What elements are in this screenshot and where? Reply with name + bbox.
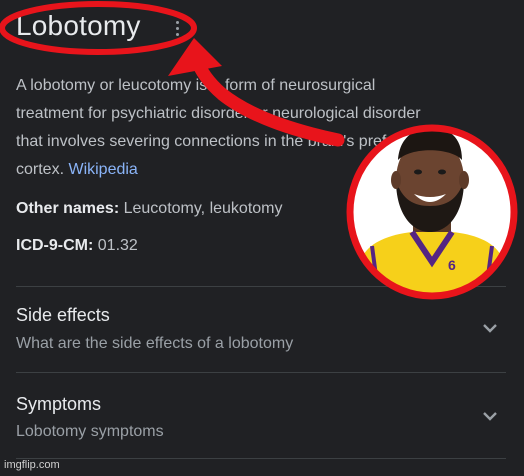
meme-overlay: 6 [0,1,518,300]
annotation-arrow [189,51,345,147]
title-highlight-circle [0,1,197,55]
watermark: imgflip.com [4,459,60,471]
jersey-number: 6 [448,257,456,273]
player-photo: 6 [350,128,514,296]
